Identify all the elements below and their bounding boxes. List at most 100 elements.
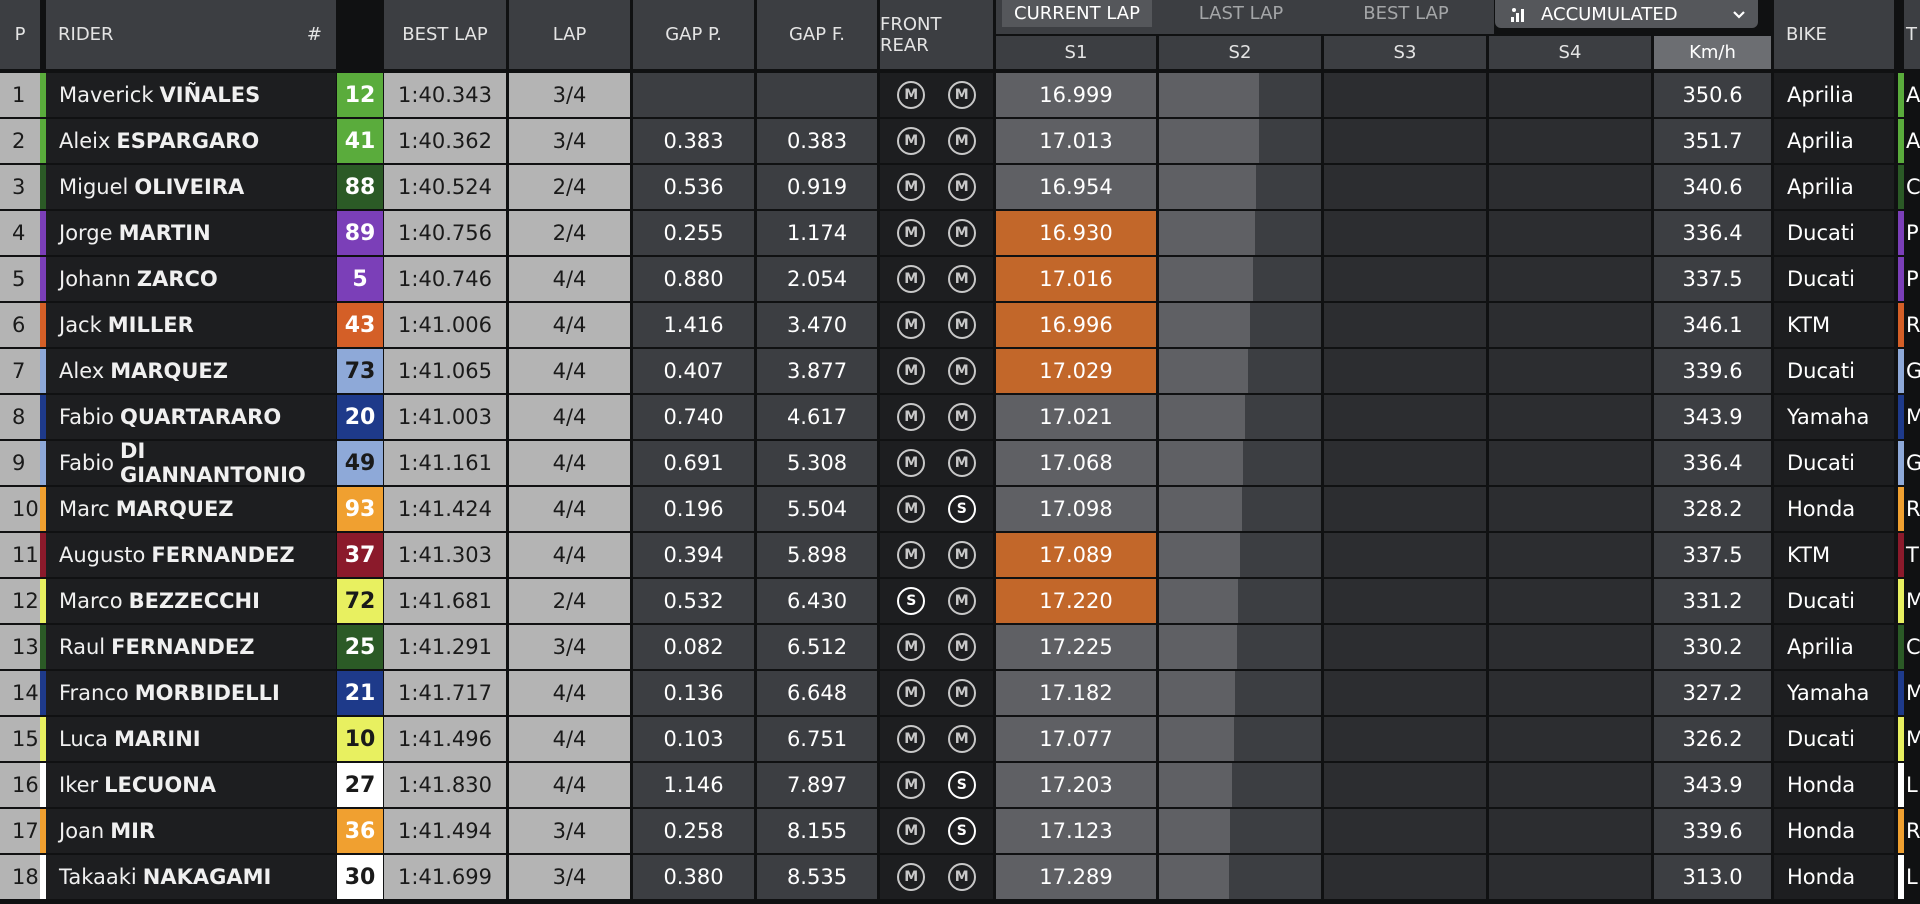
bike-make-cell: Yamaha [1774, 395, 1894, 439]
rider-number-badge: 21 [337, 671, 383, 715]
rear-tyre-icon: M [947, 863, 976, 891]
sector3-cell [1324, 809, 1486, 853]
rider-name[interactable]: Takaaki NAKAGAMI [46, 855, 336, 899]
position-cell: 1 [0, 73, 40, 117]
rider-name[interactable]: Jorge MARTIN [46, 211, 336, 255]
sector2-progress-bar [1159, 625, 1237, 669]
gap-previous-cell: 1.146 [633, 763, 754, 807]
sector3-cell [1324, 441, 1486, 485]
rider-number-badge: 37 [337, 533, 383, 577]
rear-tyre-icon: M [947, 403, 976, 431]
best-lap-cell: 1:41.291 [384, 625, 506, 669]
table-row[interactable]: 2 Aleix ESPARGARO 41 1:40.362 3/4 0.383 … [0, 119, 1920, 163]
gap-previous-cell: 0.880 [633, 257, 754, 301]
tab-best-lap[interactable]: BEST LAP [1326, 0, 1486, 27]
table-row[interactable]: 3 Miguel OLIVEIRA 88 1:40.524 2/4 0.536 … [0, 165, 1920, 209]
table-row[interactable]: 15 Luca MARINI 10 1:41.496 4/4 0.103 6.7… [0, 717, 1920, 761]
sector1-time: 17.016 [996, 257, 1156, 301]
table-row[interactable]: 1 Maverick VIÑALES 12 1:40.343 3/4 M M 1… [0, 73, 1920, 117]
rider-name[interactable]: Maverick VIÑALES [46, 73, 336, 117]
rear-tyre-icon: M [947, 541, 976, 569]
rider-name[interactable]: Alex MARQUEZ [46, 349, 336, 393]
rear-tyre-icon: M [947, 357, 976, 385]
bike-make-cell: KTM [1774, 533, 1894, 577]
table-row[interactable]: 7 Alex MARQUEZ 73 1:41.065 4/4 0.407 3.8… [0, 349, 1920, 393]
table-row[interactable]: 8 Fabio QUARTARARO 20 1:41.003 4/4 0.740… [0, 395, 1920, 439]
header-rider: RIDER # [46, 0, 336, 69]
rider-name[interactable]: Augusto FERNANDEZ [46, 533, 336, 577]
sector4-cell [1489, 625, 1651, 669]
table-row[interactable]: 11 Augusto FERNANDEZ 37 1:41.303 4/4 0.3… [0, 533, 1920, 577]
sector2-progress-bar [1159, 441, 1243, 485]
rider-name[interactable]: Raul FERNANDEZ [46, 625, 336, 669]
rider-name[interactable]: Joan MIR [46, 809, 336, 853]
table-row[interactable]: 10 Marc MARQUEZ 93 1:41.424 4/4 0.196 5.… [0, 487, 1920, 531]
sector4-cell [1489, 487, 1651, 531]
rider-name[interactable]: Johann ZARCO [46, 257, 336, 301]
sector4-cell [1489, 579, 1651, 623]
sector4-cell [1489, 533, 1651, 577]
lap-count-cell: 4/4 [509, 717, 630, 761]
rider-name[interactable]: Iker LECUONA [46, 763, 336, 807]
bike-make-cell: Yamaha [1774, 671, 1894, 715]
bike-make-cell: Aprilia [1774, 625, 1894, 669]
table-row[interactable]: 5 Johann ZARCO 5 1:40.746 4/4 0.880 2.05… [0, 257, 1920, 301]
table-row[interactable]: 13 Raul FERNANDEZ 25 1:41.291 3/4 0.082 … [0, 625, 1920, 669]
lap-count-cell: 4/4 [509, 533, 630, 577]
sector2-progress-bar [1159, 717, 1234, 761]
table-row[interactable]: 18 Takaaki NAKAGAMI 30 1:41.699 3/4 0.38… [0, 855, 1920, 899]
gap-first-cell: 2.054 [757, 257, 877, 301]
best-lap-cell: 1:41.681 [384, 579, 506, 623]
table-row[interactable]: 4 Jorge MARTIN 89 1:40.756 2/4 0.255 1.1… [0, 211, 1920, 255]
table-row[interactable]: 12 Marco BEZZECCHI 72 1:41.681 2/4 0.532… [0, 579, 1920, 623]
gap-previous-cell [633, 73, 754, 117]
sector4-cell [1489, 809, 1651, 853]
gap-previous-cell: 0.691 [633, 441, 754, 485]
rider-name[interactable]: Fabio DI GIANNANTONIO [46, 439, 336, 487]
rider-first-name: Marc [59, 497, 110, 521]
sector4-cell [1489, 257, 1651, 301]
sector1-time: 17.029 [996, 349, 1156, 393]
tab-current-lap[interactable]: CURRENT LAP [1002, 0, 1152, 27]
team-cell: R [1904, 303, 1920, 347]
team-cell: A [1904, 119, 1920, 163]
header-lap: LAP [509, 0, 630, 69]
gap-previous-cell: 0.255 [633, 211, 754, 255]
tab-last-lap[interactable]: LAST LAP [1161, 0, 1321, 27]
gap-first-cell: 6.648 [757, 671, 877, 715]
table-row[interactable]: 17 Joan MIR 36 1:41.494 3/4 0.258 8.155 … [0, 809, 1920, 853]
rider-number-badge: 27 [337, 763, 383, 807]
position-cell: 5 [0, 257, 40, 301]
rider-name[interactable]: Marc MARQUEZ [46, 487, 336, 531]
team-cell: M [1904, 717, 1920, 761]
bike-make-cell: Ducati [1774, 579, 1894, 623]
rider-number-badge: 5 [337, 257, 383, 301]
bike-make-cell: Honda [1774, 809, 1894, 853]
rider-number-badge: 20 [337, 395, 383, 439]
rider-name[interactable]: Miguel OLIVEIRA [46, 165, 336, 209]
bike-make-cell: Ducati [1774, 441, 1894, 485]
sector1-time: 17.021 [996, 395, 1156, 439]
lap-count-cell: 4/4 [509, 671, 630, 715]
bike-make-cell: Ducati [1774, 717, 1894, 761]
gap-first-cell: 3.470 [757, 303, 877, 347]
best-lap-cell: 1:41.699 [384, 855, 506, 899]
table-row[interactable]: 9 Fabio DI GIANNANTONIO 49 1:41.161 4/4 … [0, 439, 1920, 487]
header-front-rear: FRONT REAR [880, 0, 993, 69]
table-row[interactable]: 14 Franco MORBIDELLI 21 1:41.717 4/4 0.1… [0, 671, 1920, 715]
rider-name[interactable]: Fabio QUARTARARO [46, 395, 336, 439]
rider-name[interactable]: Jack MILLER [46, 303, 336, 347]
rider-name[interactable]: Aleix ESPARGARO [46, 119, 336, 163]
rider-name[interactable]: Franco MORBIDELLI [46, 671, 336, 715]
table-row[interactable]: 16 Iker LECUONA 27 1:41.830 4/4 1.146 7.… [0, 763, 1920, 807]
rider-name[interactable]: Marco BEZZECCHI [46, 579, 336, 623]
sector4-cell [1489, 717, 1651, 761]
rear-tyre-icon: M [947, 173, 976, 201]
table-row[interactable]: 6 Jack MILLER 43 1:41.006 4/4 1.416 3.47… [0, 303, 1920, 347]
rider-name[interactable]: Luca MARINI [46, 717, 336, 761]
team-cell: L [1904, 855, 1920, 899]
accumulated-dropdown[interactable]: ACCUMULATED [1495, 0, 1758, 28]
speed-cell: 339.6 [1654, 349, 1771, 393]
sector1-time: 16.930 [996, 211, 1156, 255]
position-cell: 9 [0, 441, 40, 485]
